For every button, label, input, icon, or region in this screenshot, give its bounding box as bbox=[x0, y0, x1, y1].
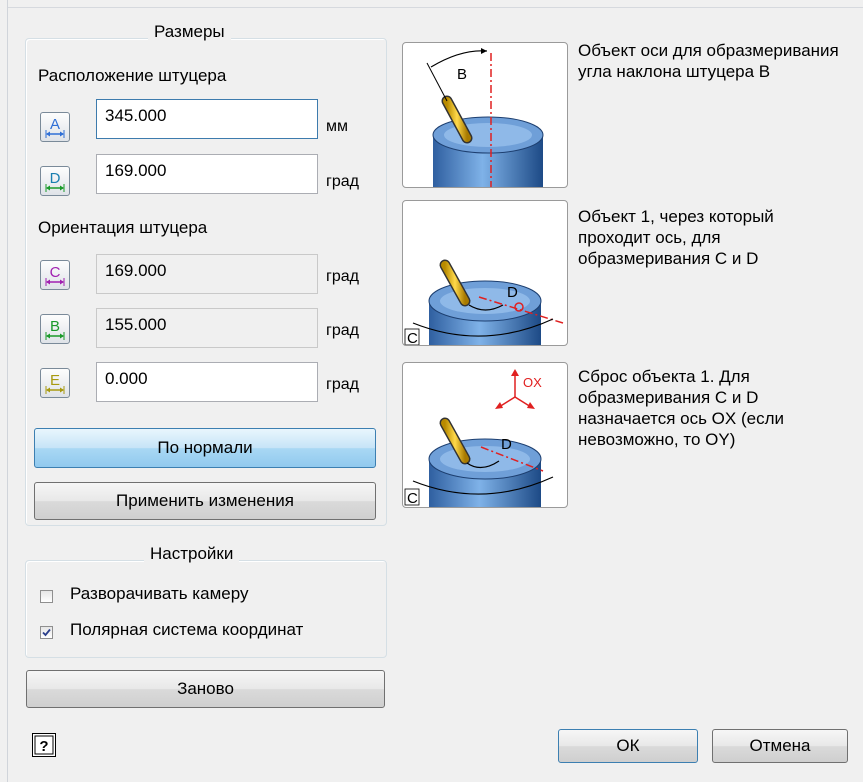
dimension-a-input[interactable]: 345.000 bbox=[96, 99, 318, 139]
dimension-b-input: 155.000 bbox=[96, 308, 318, 348]
svg-text:?: ? bbox=[39, 738, 48, 755]
settings-group-title: Настройки bbox=[144, 544, 240, 564]
window-left-edge bbox=[0, 0, 8, 782]
picture-label: D bbox=[507, 284, 518, 301]
dimension-c-unit: град bbox=[326, 268, 359, 285]
window-top-edge bbox=[0, 0, 863, 8]
dimension-letter: C bbox=[50, 264, 61, 281]
dimension-e-unit: град bbox=[326, 376, 359, 393]
picture-label: C bbox=[407, 490, 418, 507]
dimension-b-unit: град bbox=[326, 322, 359, 339]
reset-object-picture[interactable]: D C OX bbox=[402, 362, 568, 508]
polar-coordinates-label[interactable]: Полярная система координат bbox=[70, 620, 303, 640]
object-one-description: Объект 1, через который проходит ось, дл… bbox=[578, 207, 774, 268]
apply-changes-button[interactable]: Применить изменения bbox=[34, 482, 376, 520]
dimension-a-icon: A bbox=[45, 116, 65, 138]
object-one-picture[interactable]: D C bbox=[402, 200, 568, 346]
picture-label: OX bbox=[523, 375, 542, 390]
dimension-e-icon: E bbox=[45, 372, 65, 394]
rotate-camera-label[interactable]: Разворачивать камеру bbox=[70, 584, 248, 604]
checkmark-icon bbox=[42, 628, 51, 637]
picture-label: B bbox=[457, 66, 467, 83]
dimension-letter: A bbox=[50, 116, 60, 133]
dimension-d-unit: град bbox=[326, 173, 359, 190]
dimension-letter: D bbox=[50, 170, 61, 187]
dimension-d-icon: D bbox=[45, 170, 65, 192]
dimension-letter: E bbox=[50, 372, 60, 389]
cancel-button[interactable]: Отмена bbox=[712, 729, 848, 763]
by-normal-button[interactable]: По нормали bbox=[34, 428, 376, 468]
ok-button[interactable]: ОК bbox=[558, 729, 698, 763]
dimension-b-icon: B bbox=[45, 318, 65, 340]
position-section-title: Расположение штуцера bbox=[38, 66, 227, 85]
dimension-letter: B bbox=[50, 318, 60, 335]
orientation-section-title: Ориентация штуцера bbox=[38, 218, 208, 237]
dimension-a-unit: мм bbox=[326, 118, 348, 135]
dimension-c-input: 169.000 bbox=[96, 254, 318, 294]
nozzle-angle-diagram: B bbox=[426, 48, 544, 187]
dimension-e-button[interactable]: E bbox=[40, 368, 70, 398]
dimension-e-input[interactable]: 0.000 bbox=[96, 362, 318, 402]
dimension-d-input[interactable]: 169.000 bbox=[96, 154, 318, 194]
rotate-camera-checkbox[interactable] bbox=[40, 590, 53, 603]
reset-object-description: Сброс объекта 1. Для образмеривания C и … bbox=[578, 367, 784, 449]
reset-button[interactable]: Заново bbox=[26, 670, 385, 708]
axis-object-description: Объект оси для образмеривания угла накло… bbox=[578, 41, 839, 81]
dimension-c-icon: C bbox=[45, 264, 65, 286]
help-button[interactable]: ? bbox=[32, 733, 56, 757]
dimension-a-button[interactable]: A bbox=[40, 112, 70, 142]
picture-label: D bbox=[501, 436, 512, 453]
dimensions-group-title: Размеры bbox=[148, 22, 231, 42]
axis-object-picture[interactable]: B bbox=[402, 42, 568, 188]
object-one-diagram: D C bbox=[404, 259, 564, 346]
dimension-d-button[interactable]: D bbox=[40, 166, 70, 196]
picture-label: C bbox=[407, 330, 418, 346]
polar-coordinates-checkbox[interactable] bbox=[40, 626, 53, 639]
dimension-c-button[interactable]: C bbox=[40, 260, 70, 290]
reset-object-diagram: D C OX bbox=[404, 369, 554, 507]
question-mark-icon: ? bbox=[34, 735, 54, 755]
settings-group bbox=[25, 560, 387, 658]
dimension-b-button[interactable]: B bbox=[40, 314, 70, 344]
